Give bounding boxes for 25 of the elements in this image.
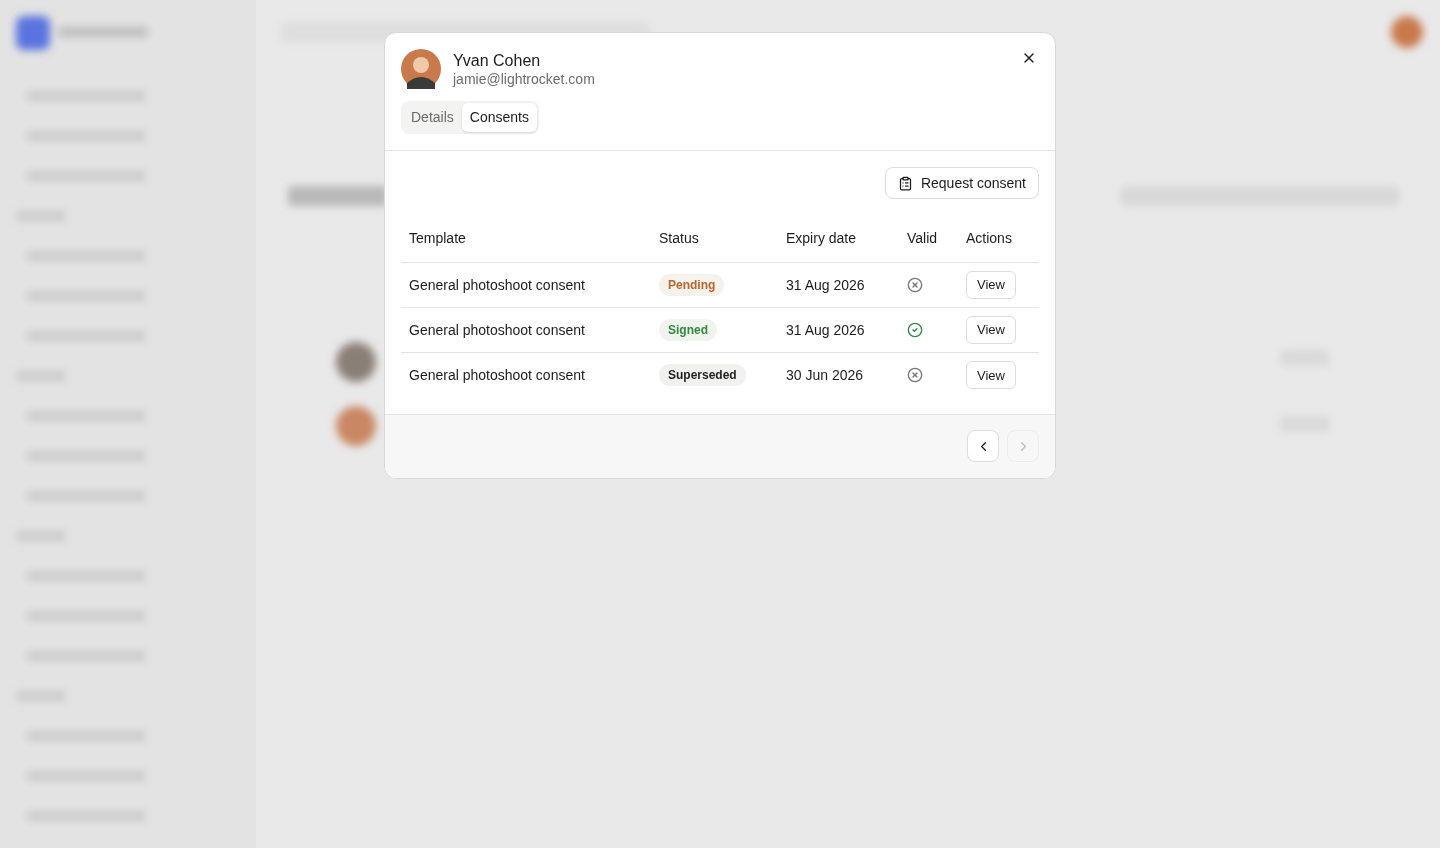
table-cell: General photoshoot consent bbox=[401, 352, 651, 398]
column-header: Expiry date bbox=[778, 215, 899, 263]
column-header: Actions bbox=[958, 215, 1039, 263]
request-consent-button[interactable]: Request consent bbox=[884, 167, 1039, 199]
person-name: Yvan Cohen bbox=[453, 51, 542, 71]
table-cell: 30 Jun 2026 bbox=[778, 352, 899, 398]
column-header: Valid bbox=[899, 215, 958, 263]
person-email: jamie@lightrocket.com bbox=[453, 71, 595, 87]
view-button[interactable]: View bbox=[966, 316, 1016, 344]
column-header: Status bbox=[651, 215, 778, 263]
view-button[interactable]: View bbox=[966, 271, 1016, 299]
table-cell: 31 Aug 2026 bbox=[778, 307, 899, 353]
table-cell: General photoshoot consent bbox=[401, 307, 651, 353]
table-cell: 31 Aug 2026 bbox=[778, 262, 899, 308]
user-avatar bbox=[401, 49, 441, 89]
tab[interactable]: Consents bbox=[461, 103, 537, 132]
view-button[interactable]: View bbox=[966, 361, 1016, 390]
table-cell: General photoshoot consent bbox=[401, 262, 651, 308]
previous-page-button[interactable] bbox=[967, 430, 999, 462]
status-badge: Superseded bbox=[659, 364, 746, 387]
tab[interactable]: Details bbox=[403, 103, 462, 132]
clipboard-icon bbox=[897, 175, 913, 191]
status-badge: Pending bbox=[659, 274, 725, 296]
column-header: Template bbox=[401, 215, 651, 263]
status-badge: Signed bbox=[659, 319, 717, 341]
